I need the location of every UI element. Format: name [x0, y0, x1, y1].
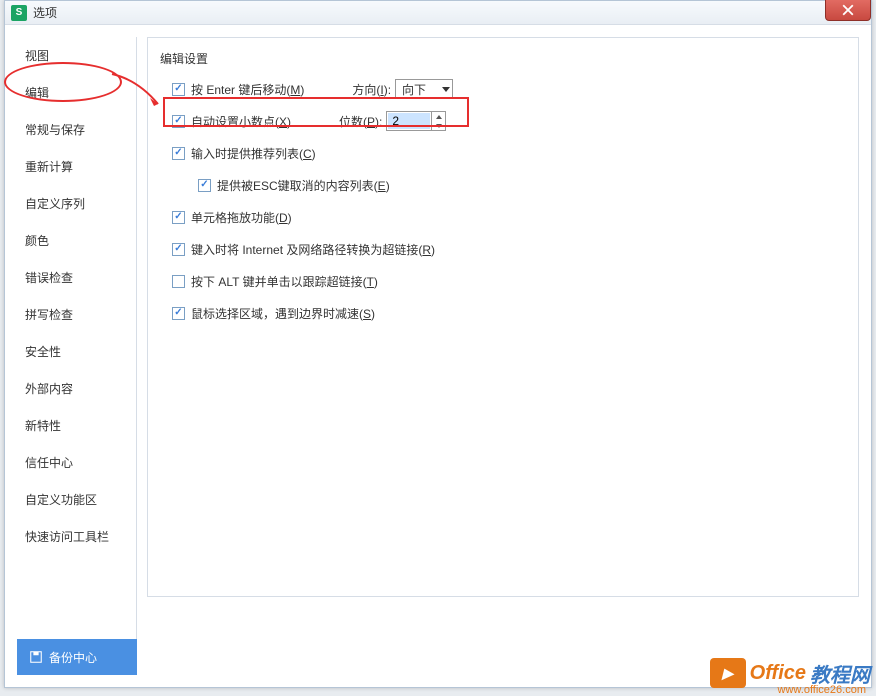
spinner-buttons [431, 112, 445, 130]
label-internet-link: 键入时将 Internet 及网络路径转换为超链接(R) [191, 241, 435, 258]
row-alt-click: 按下 ALT 键并单击以跟踪超链接(T) [160, 271, 840, 291]
sidebar-item-edit[interactable]: 编辑 [17, 74, 135, 111]
label-auto-decimal: 自动设置小数点(X) [191, 113, 291, 130]
row-enter-move: 按 Enter 键后移动(M) 方向(I): 向下 [160, 79, 840, 99]
direction-value: 向下 [402, 81, 426, 98]
sidebar-item-external[interactable]: 外部内容 [17, 370, 135, 407]
row-mouse-select: 鼠标选择区域，遇到边界时减速(S) [160, 303, 840, 323]
app-icon: S [11, 5, 27, 21]
sidebar-item-view[interactable]: 视图 [17, 37, 135, 74]
sidebar-item-quick-access[interactable]: 快速访问工具栏 [17, 518, 135, 555]
content-panel: 编辑设置 按 Enter 键后移动(M) 方向(I): 向下 自动设置小数点(X… [147, 37, 859, 597]
sidebar-item-error-check[interactable]: 错误检查 [17, 259, 135, 296]
label-enter-move: 按 Enter 键后移动(M) [191, 81, 304, 98]
watermark-icon: ▶ [710, 658, 746, 688]
sidebar-item-spell-check[interactable]: 拼写检查 [17, 296, 135, 333]
sidebar-item-security[interactable]: 安全性 [17, 333, 135, 370]
label-input-suggest: 输入时提供推荐列表(C) [191, 145, 316, 162]
places-input[interactable] [388, 113, 430, 129]
sidebar-item-trust-center[interactable]: 信任中心 [17, 444, 135, 481]
backup-label: 备份中心 [49, 649, 97, 666]
row-internet-link: 键入时将 Internet 及网络路径转换为超链接(R) [160, 239, 840, 259]
chevron-down-icon [442, 87, 450, 92]
checkbox-mouse-select[interactable] [172, 307, 185, 320]
spinner-up[interactable] [432, 112, 445, 121]
direction-select[interactable]: 向下 [395, 79, 453, 99]
checkbox-alt-click[interactable] [172, 275, 185, 288]
section-title: 编辑设置 [160, 50, 840, 67]
window-title: 选项 [33, 4, 57, 21]
row-esc-list: 提供被ESC键取消的内容列表(E) [160, 175, 840, 195]
row-cell-drag: 单元格拖放功能(D) [160, 207, 840, 227]
label-esc-list: 提供被ESC键取消的内容列表(E) [217, 177, 390, 194]
checkbox-internet-link[interactable] [172, 243, 185, 256]
sidebar-item-recalc[interactable]: 重新计算 [17, 148, 135, 185]
checkbox-input-suggest[interactable] [172, 147, 185, 160]
row-input-suggest: 输入时提供推荐列表(C) [160, 143, 840, 163]
sidebar: 视图 编辑 常规与保存 重新计算 自定义序列 颜色 错误检查 拼写检查 安全性 … [17, 37, 137, 675]
backup-center-button[interactable]: 备份中心 [17, 639, 137, 675]
watermark-url: www.office26.com [778, 684, 866, 696]
direction-group: 方向(I): 向下 [352, 79, 453, 99]
close-button[interactable] [825, 0, 871, 21]
sidebar-item-custom-ribbon[interactable]: 自定义功能区 [17, 481, 135, 518]
options-dialog: S 选项 视图 编辑 常规与保存 重新计算 自定义序列 颜色 错误检查 拼写检查… [4, 0, 872, 688]
spinner-down[interactable] [432, 121, 445, 130]
dialog-body: 视图 编辑 常规与保存 重新计算 自定义序列 颜色 错误检查 拼写检查 安全性 … [5, 25, 871, 687]
checkbox-enter-move[interactable] [172, 83, 185, 96]
label-mouse-select: 鼠标选择区域，遇到边界时减速(S) [191, 305, 375, 322]
checkbox-auto-decimal[interactable] [172, 115, 185, 128]
places-spinner[interactable] [386, 111, 446, 131]
label-alt-click: 按下 ALT 键并单击以跟踪超链接(T) [191, 273, 378, 290]
watermark-text1: Office [750, 662, 806, 685]
places-group: 位数(P): [339, 111, 446, 131]
row-auto-decimal: 自动设置小数点(X) 位数(P): [160, 111, 840, 131]
titlebar: S 选项 [5, 1, 871, 25]
sidebar-item-new-feature[interactable]: 新特性 [17, 407, 135, 444]
checkbox-esc-list[interactable] [198, 179, 211, 192]
watermark: ▶ Office教程网 www.office26.com [710, 658, 870, 688]
direction-label: 方向(I): [352, 81, 391, 98]
label-cell-drag: 单元格拖放功能(D) [191, 209, 292, 226]
sidebar-item-general-save[interactable]: 常规与保存 [17, 111, 135, 148]
close-icon [842, 4, 854, 16]
places-label: 位数(P): [339, 113, 382, 130]
sidebar-list: 视图 编辑 常规与保存 重新计算 自定义序列 颜色 错误检查 拼写检查 安全性 … [17, 37, 137, 639]
backup-icon [29, 650, 43, 664]
checkbox-cell-drag[interactable] [172, 211, 185, 224]
sidebar-item-custom-seq[interactable]: 自定义序列 [17, 185, 135, 222]
sidebar-item-color[interactable]: 颜色 [17, 222, 135, 259]
